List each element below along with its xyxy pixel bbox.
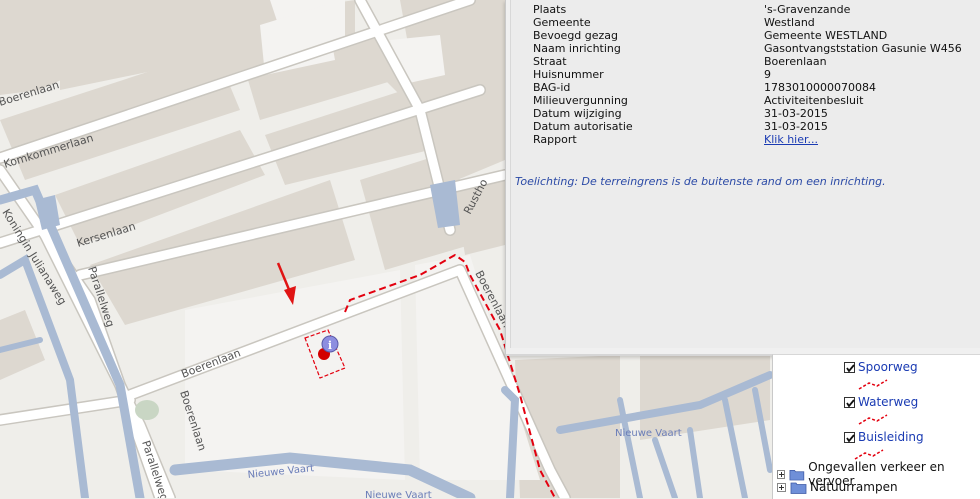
- waterway-line-symbol: [858, 414, 888, 425]
- attribute-row: Rapport Klik hier...: [533, 133, 962, 146]
- group-natuurrampen[interactable]: Natuurrampen: [777, 480, 898, 494]
- water-label: Nieuwe Vaart: [615, 428, 682, 439]
- attribute-row: Huisnummer 9: [533, 68, 962, 81]
- report-link[interactable]: Klik hier...: [764, 133, 818, 146]
- expand-icon[interactable]: [777, 469, 786, 479]
- attribute-key: Bevoegd gezag: [533, 29, 619, 42]
- folder-icon: [790, 482, 807, 494]
- attribute-key: Huisnummer: [533, 68, 604, 81]
- attribute-value: 31-03-2015: [764, 120, 828, 133]
- attribute-row: Naam inrichting Gasontvangststation Gasun…: [533, 42, 962, 55]
- attribute-value: Klik hier...: [764, 133, 962, 146]
- attribute-value: Activiteitenbesluit: [764, 94, 864, 107]
- checkbox-icon[interactable]: [844, 396, 855, 408]
- attribute-row: Straat Boerenlaan: [533, 55, 962, 68]
- attribute-row: Plaats 's-Gravenzande: [533, 3, 962, 16]
- layer-legend: Spoorweg Waterweg Buisleiding Ongevallen…: [772, 354, 980, 499]
- attribute-row: Bevoegd gezag Gemeente WESTLAND: [533, 29, 962, 42]
- rail-line-symbol: [858, 379, 888, 390]
- attribute-key: Datum wijziging: [533, 107, 622, 120]
- attribute-value: 's-Gravenzande: [764, 3, 851, 16]
- attribute-key: Plaats: [533, 3, 567, 16]
- attribute-value: Boerenlaan: [764, 55, 827, 68]
- checkbox-icon[interactable]: [844, 361, 855, 373]
- attribute-key: Gemeente: [533, 16, 591, 29]
- group-label: Natuurrampen: [810, 480, 898, 494]
- info-popup-body: Plaats's-Gravenzande Gemeente Westland Bevo…: [510, 0, 980, 348]
- folder-icon: [790, 469, 805, 480]
- layer-toggle-waterweg[interactable]: Waterweg: [844, 395, 918, 409]
- layer-toggle-spoorweg[interactable]: Spoorweg: [844, 360, 918, 374]
- layer-toggle-buisleiding[interactable]: Buisleiding: [844, 430, 924, 444]
- layer-label: Buisleiding: [858, 430, 924, 444]
- attribute-row: Milieuvergunning Activiteitenbesluit: [533, 94, 962, 107]
- attribute-value: 9: [764, 68, 771, 81]
- attribute-row: Datum autorisatie 31-03-2015: [533, 120, 962, 133]
- attribute-key: BAG-id: [533, 81, 571, 94]
- attribute-value: Gemeente WESTLAND: [764, 29, 888, 42]
- svg-text:i: i: [328, 339, 332, 352]
- attribute-value: 1783010000070084: [764, 81, 876, 94]
- expand-icon[interactable]: [777, 482, 786, 492]
- info-popup: Plaats's-Gravenzande Gemeente Westland Bevo…: [505, 0, 980, 356]
- attribute-key: Milieuvergunning: [533, 94, 628, 107]
- attribute-value: Westland: [764, 16, 815, 29]
- boundary-note: Toelichting: De terreingrens is de buite…: [515, 175, 886, 188]
- layer-label: Spoorweg: [858, 360, 918, 374]
- attribute-key: Naam inrichting: [533, 42, 621, 55]
- attribute-value: Gasontvangststation Gasunie W456: [764, 42, 962, 55]
- water-label: Nieuwe Vaart: [365, 490, 432, 498]
- attribute-row: BAG-id 1783010000070084: [533, 81, 962, 94]
- attribute-key: Rapport: [533, 133, 577, 146]
- attribute-value: 31-03-2015: [764, 107, 828, 120]
- attribute-row: Datum wijziging 31-03-2015: [533, 107, 962, 120]
- layer-label: Waterweg: [858, 395, 919, 409]
- attribute-key: Datum autorisatie: [533, 120, 633, 133]
- attribute-row: Gemeente Westland: [533, 16, 962, 29]
- checkbox-icon[interactable]: [844, 431, 855, 443]
- feature-attributes-table: Plaats's-Gravenzande Gemeente Westland Bevo…: [533, 3, 962, 146]
- attribute-key: Straat: [533, 55, 567, 68]
- pipeline-line-symbol: [854, 449, 884, 460]
